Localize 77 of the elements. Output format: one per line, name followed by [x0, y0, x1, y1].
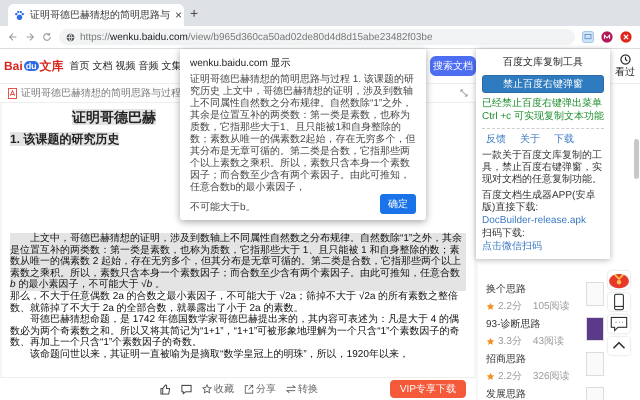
toolbar-action[interactable]: 分享	[244, 382, 276, 396]
swap-arrows-icon	[286, 384, 296, 394]
nav-link[interactable]: 文档	[92, 59, 113, 73]
app-download-text: 百度文档生成器APP(安卓版)直接下载:	[482, 190, 596, 214]
toolbar-action[interactable]: 转换	[286, 382, 318, 396]
expand-icon[interactable]	[460, 89, 468, 97]
popup-title: 百度文库复制工具	[502, 56, 584, 69]
scan-link[interactable]: 点击微信扫码	[482, 241, 604, 253]
document-thumbnail[interactable]	[586, 282, 604, 306]
read-count: 43阅读	[532, 334, 564, 348]
nav-link[interactable]: 文集	[162, 59, 182, 73]
dialog-message: 不可能大于b。	[190, 202, 256, 214]
share-icon	[244, 384, 254, 394]
paragraph: 该命题问世以来，其证明一直被喻为是摘取“数学皇冠上的明珠”，所以，1920年以来，	[29, 348, 410, 361]
rating-text: 2.2分	[498, 370, 522, 383]
related-document-link[interactable]: 招商思路	[486, 352, 582, 366]
close-tab-button[interactable]: ×	[175, 9, 182, 21]
popup-link[interactable]: 反馈	[486, 134, 506, 146]
pdf-icon	[8, 88, 17, 98]
section-heading: 1. 该课题的研究历史	[10, 132, 120, 146]
search-button[interactable]: 搜索文档	[430, 56, 476, 76]
scan-download-text: 扫码下载:	[482, 228, 526, 240]
gift-pouch-icon[interactable]	[608, 271, 630, 289]
back-icon[interactable]	[8, 32, 18, 42]
dialog-message: 证明哥德巴赫猜想的简明思路与过程 1. 该课题的研究历史 上文中，哥德巴赫猜想的证明，涉及到数轴上不同属性自然数之分布规律。自然数除“1”之外，其余是位置互补的两类数：第一类是素数，也称为质数，它指那些大于1、且只能被1和自身整除的数；素数从唯一的偶素数2起始，存在无穷多个，但其分布是无章可循的。第二类是合数，它指那些两个以上素数之乘积。所以，素数只含本身一个素数因子；而合数至少含有两个素因子。由此可推知，任意合数b的最小素因子，	[190, 74, 416, 194]
site-logo[interactable]: Bai du 文库	[4, 58, 64, 74]
scrollbar[interactable]	[634, 139, 639, 179]
back-to-top-icon[interactable]	[608, 337, 630, 355]
nav-link[interactable]: 视频	[116, 59, 136, 73]
paw-icon	[14, 10, 25, 20]
apk-link[interactable]: DocBuilder-release.apk	[482, 215, 604, 227]
forward-icon[interactable]	[25, 32, 35, 42]
document-title: 证明哥德巴赫猜想的简明思路与过程	[21, 86, 181, 100]
photo-placeholder[interactable]	[586, 317, 604, 341]
rating-text: 2.2分	[498, 300, 522, 313]
paragraph: 上文中，哥德巴赫猜想的证明，涉及到数轴上不同属性自然数之分布规律。自然数除“1”之外，其余是位置互补的两类数：第一类是素数，也称为质数，它指那些大于 1、且只能被 1 和自身整除的数；素数从唯一的偶素数 2 起始，存在无穷多个，但其分布是无章可循的。第二类是合数，它指那些两个以上素数之乘积。所以，素数只含本身一个素数因子；而合数至少含有两个素因子。由此可推知，任意合数 b 的最小素因子，不可能大于 √b 。	[10, 233, 466, 291]
read-count: 105阅读	[532, 300, 570, 313]
toolbar-action[interactable]: 收藏	[202, 382, 234, 396]
extension-icon[interactable]	[582, 31, 594, 43]
star-icon	[486, 372, 495, 380]
star-icon	[486, 336, 495, 346]
nav-link[interactable]: 首页	[70, 59, 90, 73]
related-document-link[interactable]: 换个思路	[486, 282, 582, 296]
document-heading: 证明哥德巴赫	[72, 109, 156, 125]
address-bar[interactable]: https://wenku.baidu.com/view/b965d360ca50ad02de80d4d8d15abe23482f03be	[59, 29, 575, 45]
tab-title: 证明哥德巴赫猜想的简明思路与	[30, 8, 170, 22]
close-icon[interactable]	[620, 31, 632, 43]
related-document-link[interactable]: 93-诊断思路	[486, 317, 582, 331]
comment-icon[interactable]	[181, 384, 192, 394]
popup-link[interactable]: 下载	[554, 134, 574, 146]
disable-popup-button[interactable]: 禁止百度右键弹窗	[482, 75, 604, 93]
phone-icon[interactable]	[608, 293, 630, 311]
star-icon	[486, 302, 495, 310]
paragraph: 哥德巴赫猜想命题，是 1742 年德国数学家哥德巴赫提出来的，其内容可表述为：凡是大于 4 的偶数必为两个奇素数之和。所以又将其简记为“1+1”，“1+1”可被形象地理解为一个只含“1”个素数因子的奇数、再加上一个只含“1”个素数因子的奇数。	[10, 314, 460, 348]
status-text: 已经禁止百度右键弹出菜单	[482, 98, 603, 110]
rating-text: 3.3分	[498, 335, 522, 348]
new-tab-button[interactable]: +	[190, 6, 198, 20]
popup-link[interactable]: 关于	[520, 134, 540, 146]
nav-link[interactable]: 音频	[138, 59, 159, 73]
browser-tab[interactable]: 证明哥德巴赫猜想的简明思路与 ×	[8, 4, 184, 26]
thumbs-up-icon[interactable]	[160, 384, 171, 394]
related-document-link[interactable]: 发展思路	[486, 387, 582, 400]
history-button[interactable]: 看过	[614, 54, 636, 78]
reload-icon[interactable]	[42, 32, 52, 42]
clock-icon	[620, 54, 630, 64]
star-icon	[202, 384, 212, 394]
profile-icon[interactable]	[601, 31, 613, 43]
description-text: 一款关于百度文库复制的工具，禁止百度右键弹窗，实现对文档的任意复制功能。	[482, 150, 603, 186]
read-count: 326阅读	[532, 370, 570, 383]
document-thumbnail[interactable]	[586, 352, 604, 376]
ok-button[interactable]: 确定	[380, 194, 416, 214]
chat-icon[interactable]	[608, 315, 630, 333]
paragraph: 那么，不大于任意偶数 2a 的合数之最小素因子，不可能大于 √2a；筛掉不大于 √2a 的所有素数之整倍数、就筛掉了不大于 2a 的全部合数，就暴露出了小于 2a 的素数。	[10, 290, 460, 314]
globe-icon	[66, 32, 75, 42]
status-text: Ctrl +c 可实现复制文本功能	[482, 111, 604, 123]
dialog-title: wenku.baidu.com 显示	[190, 57, 292, 70]
url-text: https://wenku.baidu.com/view/b965d360ca50ad02de80d4d8d15abe23482f03be	[80, 32, 433, 42]
